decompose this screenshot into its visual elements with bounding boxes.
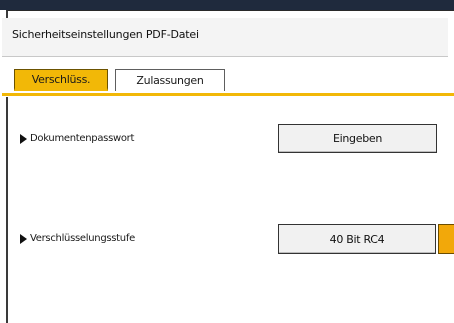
tab-underline [2, 93, 454, 96]
encryption-option-button[interactable] [438, 224, 454, 254]
encryption-level-text: Verschlüsselungsstufe [30, 233, 135, 244]
triangle-right-icon [20, 233, 27, 244]
tab-zulassungen[interactable]: Zulassungen [115, 69, 225, 91]
dialog-title: Sicherheitseinstellungen PDF-Datei [12, 28, 199, 41]
top-strip [0, 0, 454, 10]
encryption-level-button[interactable]: 40 Bit RC4 [278, 224, 436, 254]
tab-verschluesselung[interactable]: Verschlüss. [14, 69, 108, 91]
title-bar: Sicherheitseinstellungen PDF-Datei [2, 18, 448, 57]
screen: Sicherheitseinstellungen PDF-Datei Versc… [0, 0, 454, 323]
triangle-right-icon [20, 133, 27, 144]
tab-bar: Verschlüss. Zulassungen [2, 57, 448, 97]
document-password-label: Dokumentenpasswort [20, 133, 134, 144]
encryption-level-label: Verschlüsselungsstufe [20, 233, 135, 244]
document-password-text: Dokumentenpasswort [30, 133, 135, 144]
enter-password-button[interactable]: Eingeben [278, 124, 437, 153]
